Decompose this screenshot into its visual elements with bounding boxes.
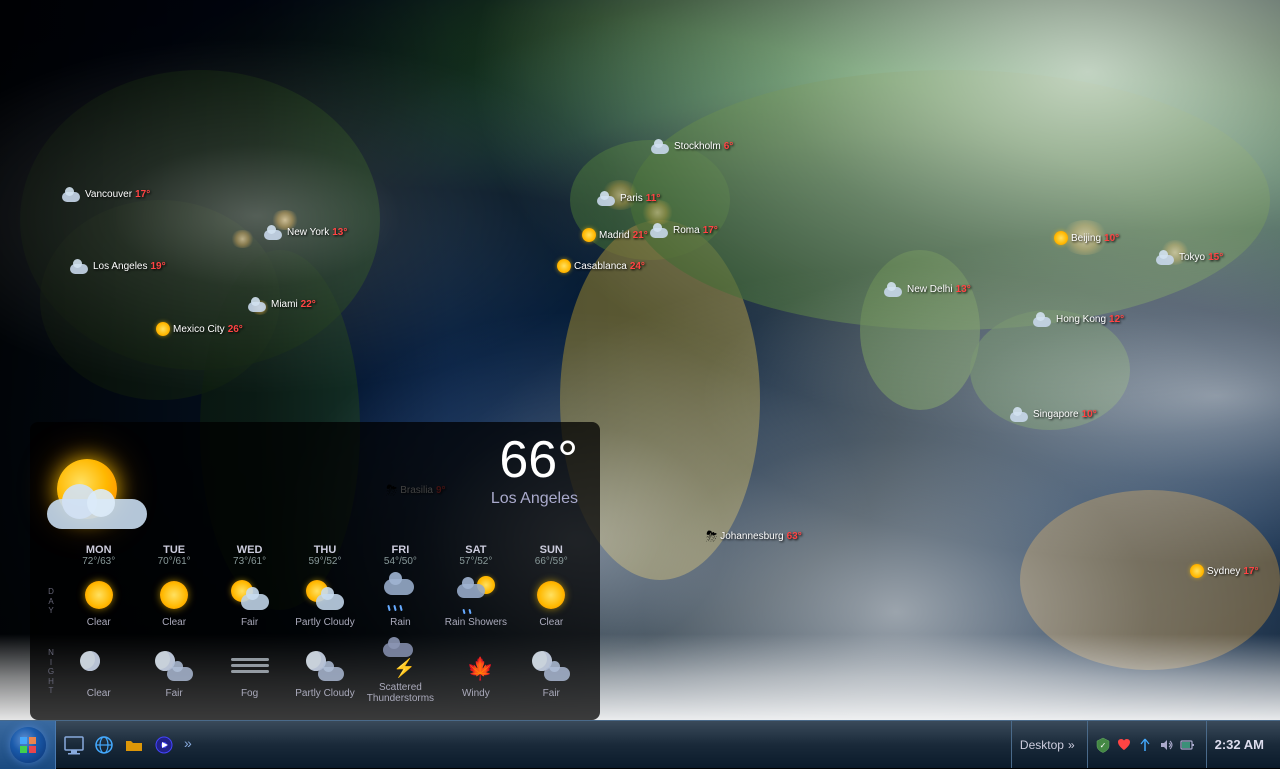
city-tokyo[interactable]: Tokyo 15° <box>1156 249 1223 265</box>
city-johannesburg[interactable]: ⛈ Johannesburg 63° <box>706 528 802 545</box>
volume-icon[interactable] <box>1157 736 1175 754</box>
city-paris[interactable]: Paris 11° <box>597 190 660 206</box>
taskbar: » Desktop » ✓ <box>0 720 1280 768</box>
security-icon[interactable]: ✓ <box>1094 736 1112 754</box>
night-cell-3: Partly Cloudy <box>288 642 361 703</box>
night-cell-6: Fair <box>515 642 588 703</box>
forecast-header: MON 72°/63° TUE 70°/61° WED 73°/61° THU … <box>42 544 588 567</box>
desktop-button[interactable]: Desktop » <box>1011 721 1083 768</box>
day-cell-6: Clear <box>515 571 588 632</box>
forecast-day-2: WED 73°/61° <box>213 544 286 567</box>
forecast-day-6: SUN 66°/59° <box>515 544 588 567</box>
city-mexicocity[interactable]: Mexico City 26° <box>156 322 243 336</box>
svg-text:✓: ✓ <box>1099 741 1106 750</box>
day-forecast-row: D A Y Clear Clear Fair <box>42 571 588 632</box>
windows-logo-icon <box>18 735 38 755</box>
night-cell-2: Fog <box>213 642 286 703</box>
health-icon[interactable] <box>1115 736 1133 754</box>
cloud-icon-main <box>42 484 162 529</box>
city-roma[interactable]: Roma 17° <box>650 222 718 238</box>
city-sydney[interactable]: Sydney 17° <box>1190 564 1258 578</box>
clock[interactable]: 2:32 AM <box>1206 721 1272 768</box>
forecast-day-1: TUE 70°/61° <box>137 544 210 567</box>
day-label: D A Y <box>42 571 60 632</box>
forecast-day-5: SAT 57°/52° <box>439 544 512 567</box>
night-label: N I G H T <box>42 636 60 708</box>
folder-icon[interactable] <box>120 731 148 759</box>
forecast-day-3: THU 59°/52° <box>288 544 361 567</box>
city-losangeles[interactable]: Los Angeles 19° <box>70 258 166 274</box>
day-cell-4: Rain <box>364 571 437 632</box>
current-weather: 66° Los Angeles <box>42 434 588 534</box>
media-icon[interactable] <box>150 731 178 759</box>
city-beijing[interactable]: Beijing 10° <box>1054 231 1119 245</box>
current-temp-area: 66° Los Angeles <box>172 434 588 508</box>
power-icon[interactable] <box>1178 736 1196 754</box>
day-cell-1: Clear <box>137 571 210 632</box>
weather-widget: 66° Los Angeles MON 72°/63° TUE 70°/61° … <box>30 422 600 720</box>
city-madrid[interactable]: Madrid 21° <box>582 228 648 242</box>
cloud-body <box>47 499 147 529</box>
start-orb-icon <box>10 727 46 763</box>
city-newdelhi[interactable]: New Delhi 13° <box>884 281 971 297</box>
night-forecast-row: N I G H T Clear Fair <box>42 636 588 708</box>
current-temperature: 66° <box>172 434 578 486</box>
city-hongkong[interactable]: Hong Kong 12° <box>1033 311 1124 327</box>
city-miami[interactable]: Miami 22° <box>248 296 316 312</box>
start-button[interactable] <box>0 721 56 769</box>
city-casablanca[interactable]: Casablanca 24° <box>557 259 645 273</box>
taskbar-right: Desktop » ✓ <box>1003 721 1280 768</box>
system-tray: ✓ <box>1087 721 1202 768</box>
more-icons[interactable]: » <box>180 731 208 759</box>
city-singapore[interactable]: Singapore 10° <box>1010 406 1097 422</box>
city-stockholm[interactable]: Stockholm 6° <box>651 138 733 154</box>
day-cell-0: Clear <box>62 571 135 632</box>
night-cell-0: Clear <box>62 642 135 703</box>
network-icon[interactable] <box>1136 736 1154 754</box>
forecast-day-0: MON 72°/63° <box>62 544 135 567</box>
night-cell-4: ⚡ Scattered Thunderstorms <box>364 636 437 708</box>
city-vancouver[interactable]: Vancouver 17° <box>62 186 150 202</box>
taskbar-quicklaunch: » <box>56 731 212 759</box>
city-newyork[interactable]: New York 13° <box>264 224 347 240</box>
day-cell-2: Fair <box>213 571 286 632</box>
current-weather-icon <box>42 434 172 534</box>
night-cell-1: Fair <box>137 642 210 703</box>
ie-icon[interactable] <box>90 731 118 759</box>
show-desktop-icon[interactable] <box>60 731 88 759</box>
day-cell-5: Rain Showers <box>439 571 512 632</box>
day-cell-3: Partly Cloudy <box>288 571 361 632</box>
night-cell-5: 🍁 Windy <box>439 642 512 703</box>
forecast-day-4: FRI 54°/50° <box>364 544 437 567</box>
current-city: Los Angeles <box>172 490 578 508</box>
